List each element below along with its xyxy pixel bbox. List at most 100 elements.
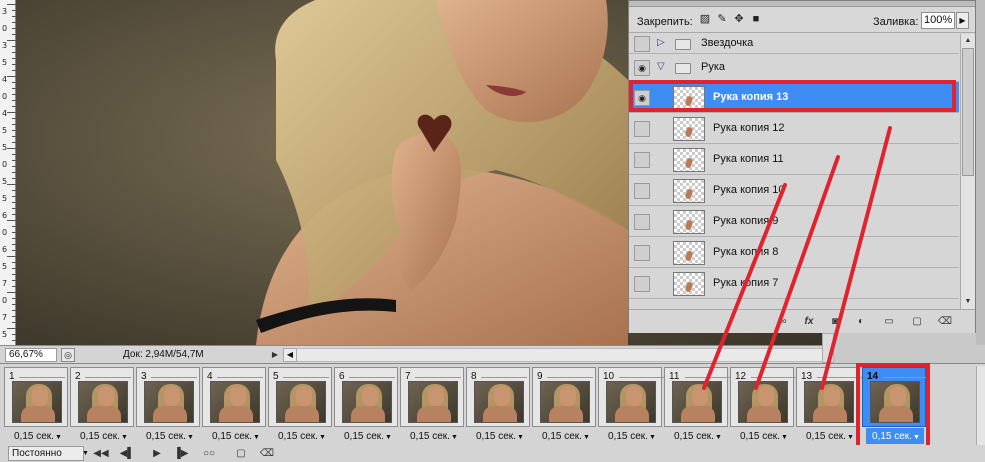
frame-delay[interactable]: 0,15 сек.▼	[80, 431, 128, 442]
horizontal-scrollbar[interactable]	[297, 347, 828, 362]
layer-row[interactable]: Рука копия 8	[629, 237, 959, 268]
visibility-toggle[interactable]	[634, 244, 650, 261]
canvas-scroll-corner[interactable]	[822, 333, 834, 363]
collapse-triangle-icon[interactable]: ▽	[657, 61, 665, 72]
ruler-tick	[7, 4, 16, 5]
frame-delay[interactable]: 0,15 сек.▼	[14, 431, 62, 442]
first-frame-icon[interactable]: ◀◀	[92, 446, 110, 461]
layers-scrollbar[interactable]: ▲ ▼	[960, 34, 975, 309]
visibility-toggle[interactable]	[634, 36, 650, 52]
thumbnail-body	[549, 406, 583, 422]
layer-name: Рука копия 9	[713, 214, 779, 227]
animation-frame[interactable]: 9 0,15 сек.▼	[532, 367, 596, 447]
frame-delay[interactable]: 0,15 сек.▼	[542, 431, 590, 442]
frame-delay[interactable]: 0,15 сек.▼	[344, 431, 392, 442]
animation-frame[interactable]: 4 0,15 сек.▼	[202, 367, 266, 447]
doc-info-arrow-icon[interactable]: ▶	[269, 349, 281, 361]
lock-transparency-icon[interactable]: ▨	[699, 13, 711, 25]
delete-frame-icon[interactable]: ⌫	[258, 446, 276, 461]
frame-delay-text: 0,15 сек.	[740, 431, 780, 442]
thumbnail-face	[362, 386, 378, 406]
lock-move-icon[interactable]: ✥	[733, 13, 745, 25]
fx-icon[interactable]: fx	[801, 315, 817, 329]
scroll-up-icon[interactable]: ▲	[961, 34, 975, 47]
frame-delay[interactable]: 0,15 сек.▼	[278, 431, 326, 442]
next-frame-icon[interactable]: ▐▶	[172, 446, 190, 461]
scroll-down-icon[interactable]: ▼	[961, 295, 975, 308]
frame-delay-text: 0,15 сек.	[146, 431, 186, 442]
frame-thumbnail	[672, 381, 722, 423]
animation-frame[interactable]: 12 0,15 сек.▼	[730, 367, 797, 447]
link-icon[interactable]: ∞	[775, 315, 791, 329]
layer-row[interactable]: ◉ Рука копия 13	[629, 82, 959, 113]
frame-delay[interactable]: 0,15 сек.▼	[212, 431, 260, 442]
animation-frame[interactable]: 2 0,15 сек.▼	[70, 367, 134, 447]
frame-delay[interactable]: 0,15 сек.▼	[806, 431, 854, 442]
visibility-toggle[interactable]	[634, 275, 650, 292]
layer-row[interactable]: Рука копия 7	[629, 268, 959, 299]
status-menu-icon[interactable]: ◎	[61, 347, 75, 362]
thumbnail-body	[219, 406, 253, 422]
animation-frame[interactable]: 5 0,15 сек.▼	[268, 367, 332, 447]
layer-name: Рука копия 11	[713, 152, 784, 165]
animation-footer: Постоянно ▼ ◀◀ ◀▌ ▶ ▐▶ ○○ ▢ ⌫	[0, 445, 985, 462]
thumbnail-body	[813, 406, 847, 422]
animation-frame[interactable]: 8 0,15 сек.▼	[466, 367, 530, 447]
animation-frame[interactable]: 10 0,15 сек.▼	[598, 367, 665, 447]
frame-delay[interactable]: 0,15 сек.▼	[872, 431, 920, 442]
frame-delay[interactable]: 0,15 сек.▼	[674, 431, 722, 442]
fill-arrow-icon[interactable]: ▶	[956, 12, 969, 29]
layer-group-row[interactable]: ◉ ▽ Рука	[629, 54, 959, 82]
animation-frame[interactable]: 3 0,15 сек.▼	[136, 367, 200, 447]
layer-group-row[interactable]: ▷ Звездочка	[629, 34, 959, 54]
play-icon[interactable]: ▶	[148, 446, 166, 461]
new-layer-icon[interactable]: ▢	[909, 315, 925, 329]
animation-frame[interactable]: 7 0,15 сек.▼	[400, 367, 464, 447]
delay-arrow-icon: ▼	[252, 434, 260, 441]
frame-delay[interactable]: 0,15 сек.▼	[608, 431, 656, 442]
visibility-toggle[interactable]	[634, 182, 650, 199]
prev-frame-icon[interactable]: ◀▌	[118, 446, 136, 461]
visibility-toggle[interactable]	[634, 213, 650, 230]
eye-icon[interactable]: ◉	[634, 60, 650, 76]
adjustment-icon[interactable]: ◐	[853, 315, 869, 329]
trash-icon[interactable]: ⌫	[937, 315, 953, 329]
eye-icon[interactable]: ◉	[634, 89, 650, 106]
visibility-toggle[interactable]	[634, 151, 650, 168]
lock-brush-icon[interactable]: ✎	[716, 13, 728, 25]
fill-input[interactable]: 100%	[921, 12, 955, 29]
vertical-ruler: 3 0 3 5 4 0 4 5 5 0 5 5 6 0 6 5 7 0 7 5	[0, 0, 16, 345]
frame-delay[interactable]: 0,15 сек.▼	[476, 431, 524, 442]
frame-delay-text: 0,15 сек.	[608, 431, 648, 442]
scroll-thumb[interactable]	[962, 48, 974, 176]
layer-row[interactable]: Рука копия 10	[629, 175, 959, 206]
duplicate-frame-icon[interactable]: ▢	[232, 446, 250, 461]
thumbnail-face	[230, 386, 246, 406]
animation-frame[interactable]: 1 0,15 сек.▼	[4, 367, 68, 447]
zoom-field[interactable]: 66,67%	[5, 347, 57, 362]
frame-header-line	[415, 377, 461, 378]
animation-frame[interactable]: 14 0,15 сек.▼	[862, 367, 929, 447]
expand-triangle-icon[interactable]: ▷	[657, 37, 665, 48]
tween-icon[interactable]: ○○	[200, 446, 218, 461]
layer-row[interactable]: Рука копия 11	[629, 144, 959, 175]
frame-delay[interactable]: 0,15 сек.▼	[410, 431, 458, 442]
layer-row[interactable]: Рука копия 9	[629, 206, 959, 237]
lock-all-icon[interactable]: ■	[750, 13, 762, 25]
delay-arrow-icon: ▼	[516, 434, 524, 441]
frame-delay[interactable]: 0,15 сек.▼	[740, 431, 788, 442]
group-icon[interactable]: ▭	[881, 315, 897, 329]
frame-delay-text: 0,15 сек.	[674, 431, 714, 442]
animation-frame[interactable]: 13 0,15 сек.▼	[796, 367, 863, 447]
animation-frame[interactable]: 6 0,15 сек.▼	[334, 367, 398, 447]
layer-row[interactable]: Рука копия 12	[629, 113, 959, 144]
animation-frame[interactable]: 11 0,15 сек.▼	[664, 367, 731, 447]
scroll-left-button[interactable]: ◀	[283, 347, 297, 362]
animation-scrollbar[interactable]	[976, 366, 985, 446]
thumbnail-face	[32, 386, 48, 406]
loop-select[interactable]: Постоянно ▼	[8, 446, 89, 461]
visibility-toggle[interactable]	[634, 120, 650, 137]
mask-icon[interactable]: ◙	[827, 315, 843, 329]
frame-delay[interactable]: 0,15 сек.▼	[146, 431, 194, 442]
frame-delay-text: 0,15 сек.	[542, 431, 582, 442]
